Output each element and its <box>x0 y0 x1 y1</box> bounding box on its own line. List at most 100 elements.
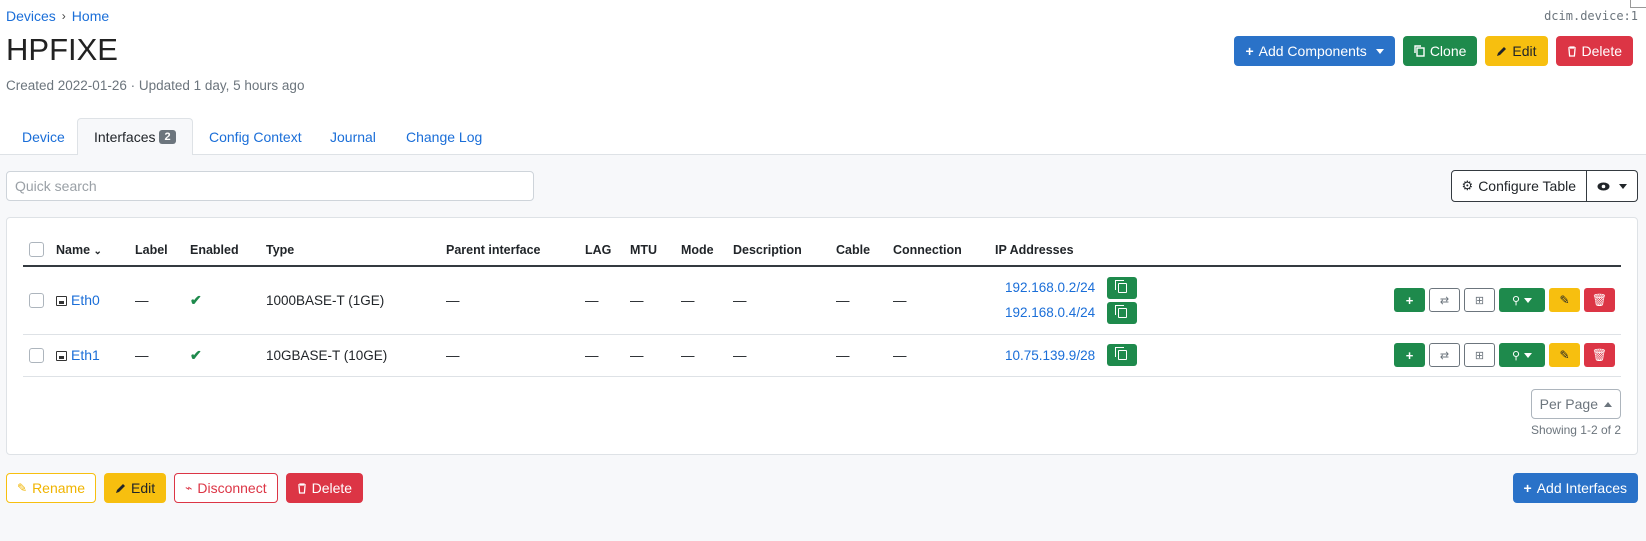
col-mtu[interactable]: MTU <box>624 234 675 267</box>
copy-ip-button[interactable] <box>1107 301 1138 324</box>
interface-link[interactable]: Eth1 <box>71 347 100 363</box>
col-type[interactable]: Type <box>260 234 440 267</box>
add-interfaces-button[interactable]: + Add Interfaces <box>1512 473 1638 503</box>
tab-change-log[interactable]: Change Log <box>390 118 498 155</box>
delete-row-button[interactable]: 🗑 <box>1584 343 1615 367</box>
plus-icon: + <box>1523 480 1532 496</box>
row-checkbox[interactable] <box>29 347 44 363</box>
col-connection[interactable]: Connection <box>887 234 989 267</box>
col-name-label: Name <box>56 242 91 257</box>
trace-button[interactable]: ⇄ <box>1429 343 1460 367</box>
col-name[interactable]: Name ⌄ <box>50 234 129 267</box>
tab-config-context-label: Config Context <box>209 128 302 145</box>
interfaces-table-card: Name ⌄ Label Enabled Type Parent interfa… <box>6 217 1638 455</box>
connect-virtual-button[interactable]: ⊞ <box>1464 343 1495 367</box>
select-all-checkbox[interactable] <box>29 242 44 258</box>
edit-label: Edit <box>1512 43 1537 59</box>
actions-cell: + ⇄ ⊞ ⚲ ✎ 🗑 <box>1219 266 1621 335</box>
column-visibility-button[interactable] <box>1587 170 1638 202</box>
disconnect-label: Disconnect <box>197 480 267 496</box>
col-mode[interactable]: Mode <box>675 234 727 267</box>
tab-bar: Device Interfaces 2 Config Context Journ… <box>0 118 1646 156</box>
header-actions: + Add Components Clone Edit Delete <box>1234 36 1633 66</box>
col-enabled[interactable]: Enabled <box>184 234 260 267</box>
configure-table-label: Configure Table <box>1478 178 1576 194</box>
add-interfaces-label: Add Interfaces <box>1536 480 1627 496</box>
trace-button[interactable]: ⇄ <box>1429 288 1460 313</box>
interfaces-count-badge: 2 <box>159 130 176 144</box>
connect-cable-dropdown[interactable]: ⚲ <box>1499 288 1545 313</box>
copy-icon <box>1114 279 1127 293</box>
mtu-cell: — <box>624 334 675 377</box>
chevron-up-icon <box>1604 401 1612 407</box>
chevron-down-icon <box>1375 48 1384 54</box>
connect-virtual-button[interactable]: ⊞ <box>1464 288 1495 313</box>
plus-icon: + <box>1245 43 1254 59</box>
clone-button[interactable]: Clone <box>1402 36 1478 66</box>
bulk-delete-button[interactable]: Delete <box>285 473 364 503</box>
breadcrumb-home[interactable]: Home <box>72 8 109 24</box>
rename-button[interactable]: ✎ Rename <box>6 473 96 503</box>
col-label[interactable]: Label <box>129 234 184 267</box>
add-components-button[interactable]: + Add Components <box>1234 36 1395 66</box>
rename-label: Rename <box>32 480 85 496</box>
select-all-cell <box>23 234 50 267</box>
interface-link[interactable]: Eth0 <box>71 292 100 308</box>
ip-address-item: 10.75.139.9/28 <box>1005 343 1213 368</box>
description-cell: — <box>727 334 830 377</box>
label-cell: — <box>129 334 184 377</box>
chevron-down-icon <box>1524 352 1533 358</box>
cable-cell: — <box>830 266 887 335</box>
disconnect-button[interactable]: ⌁ Disconnect <box>174 473 278 503</box>
edit-button[interactable]: Edit <box>1485 36 1548 66</box>
col-description[interactable]: Description <box>727 234 830 267</box>
breadcrumb-separator: › <box>61 9 66 23</box>
table-row: Eth1 — ✔ 10GBASE-T (10GE) — — — — — — — … <box>23 334 1621 377</box>
edit-row-button[interactable]: ✎ <box>1549 288 1580 313</box>
col-ip-addresses: IP Addresses <box>989 234 1219 267</box>
ip-address-link[interactable]: 192.168.0.4/24 <box>1005 305 1095 320</box>
col-actions <box>1219 234 1621 267</box>
delete-row-button[interactable]: 🗑 <box>1584 288 1615 313</box>
add-ip-button[interactable]: + <box>1394 288 1425 313</box>
ip-addresses-cell: 10.75.139.9/28 <box>989 334 1219 377</box>
per-page-dropdown[interactable]: Per Page <box>1530 389 1621 419</box>
copy-icon <box>1414 45 1425 57</box>
chevron-down-icon <box>1619 183 1627 189</box>
row-actions: + ⇄ ⊞ ⚲ ✎ 🗑 <box>1225 288 1615 313</box>
lag-cell: — <box>579 334 624 377</box>
bulk-edit-button[interactable]: Edit <box>103 473 167 503</box>
copy-ip-button[interactable] <box>1107 344 1138 366</box>
name-cell: Eth0 <box>50 266 129 335</box>
connect-cable-dropdown[interactable]: ⚲ <box>1499 343 1545 367</box>
row-checkbox[interactable] <box>29 293 44 309</box>
copy-ip-button[interactable] <box>1107 276 1138 299</box>
edit-row-button[interactable]: ✎ <box>1549 343 1580 367</box>
trash-icon <box>1567 45 1576 57</box>
tab-interfaces[interactable]: Interfaces 2 <box>77 118 193 156</box>
col-cable[interactable]: Cable <box>830 234 887 267</box>
copy-icon <box>1114 304 1127 318</box>
table-row: Eth0 — ✔ 1000BASE-T (1GE) — — — — — — — … <box>23 266 1621 335</box>
row-select-cell <box>23 266 50 335</box>
ip-address-link[interactable]: 192.168.0.2/24 <box>1005 280 1095 295</box>
bulk-actions: ✎ Rename Edit ⌁ Disconnect Delete <box>6 473 364 503</box>
configure-table-button[interactable]: ⚙ Configure Table <box>1450 170 1587 202</box>
col-lag[interactable]: LAG <box>579 234 624 267</box>
quick-search-input[interactable] <box>6 171 534 201</box>
add-ip-button[interactable]: + <box>1394 343 1425 367</box>
ip-address-link[interactable]: 10.75.139.9/28 <box>1005 348 1095 363</box>
delete-button[interactable]: Delete <box>1555 36 1633 66</box>
col-parent-interface[interactable]: Parent interface <box>440 234 579 267</box>
enabled-check-icon: ✔ <box>184 266 260 335</box>
tab-config-context[interactable]: Config Context <box>193 118 318 155</box>
cable-cell: — <box>830 334 887 377</box>
actions-cell: + ⇄ ⊞ ⚲ ✎ 🗑 <box>1219 334 1621 377</box>
breadcrumb-devices[interactable]: Devices <box>6 8 56 24</box>
mode-cell: — <box>675 334 727 377</box>
connection-cell: — <box>887 266 989 335</box>
tab-journal[interactable]: Journal <box>314 118 392 155</box>
enabled-check-icon: ✔ <box>184 334 260 377</box>
eye-icon <box>1597 182 1610 190</box>
tab-device[interactable]: Device <box>6 118 81 155</box>
